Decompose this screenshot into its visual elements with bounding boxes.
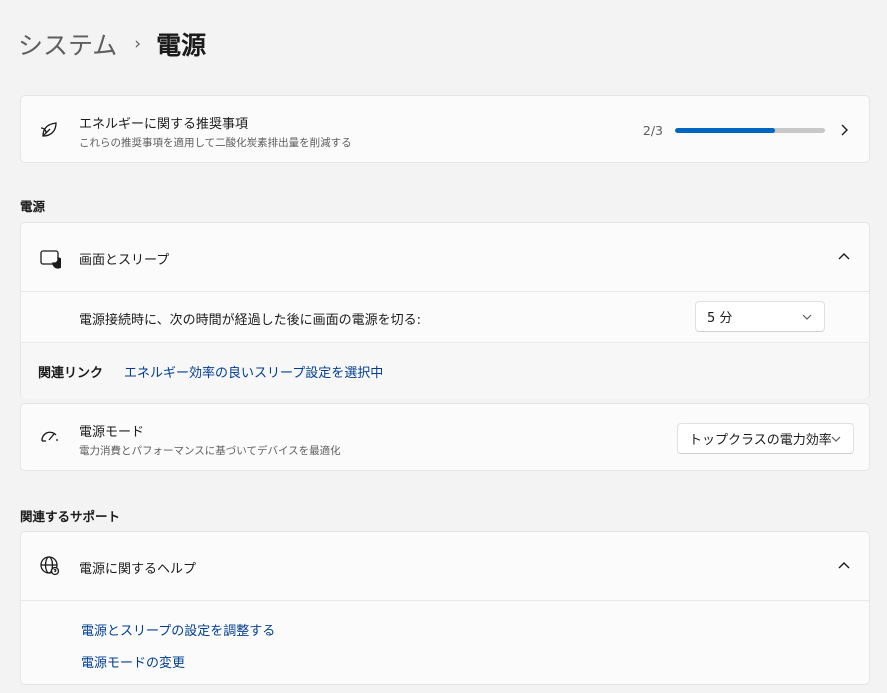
chevron-down-icon [802, 312, 812, 322]
progress-bar-fill [675, 128, 776, 133]
power-mode-card: 電源モード 電力消費とパフォーマンスに基づいてデバイスを最適化 トップクラスの電… [20, 403, 870, 471]
progress-count: 2/3 [642, 123, 663, 138]
breadcrumb-system[interactable]: システム [18, 26, 117, 62]
screen-sleep-title: 画面とスリープ [79, 253, 170, 268]
section-power-label: 電源 [20, 199, 46, 214]
recommendation-subtitle: これらの推奨事項を適用して二酸化炭素排出量を削減する [79, 137, 352, 149]
power-help-text: 電源に関するヘルプ [79, 558, 196, 577]
chevron-up-icon[interactable] [837, 559, 851, 573]
screen-sleep-icon [39, 247, 61, 269]
screen-sleep-text: 画面とスリープ [79, 249, 169, 268]
screen-off-text: 電源接続時に、次の時間が経過した後に画面の電源を切る: [79, 309, 421, 328]
recommendation-progress: 2/3 [643, 123, 825, 138]
power-mode-value: トップクラスの電力効率 [689, 433, 832, 448]
screen-off-timeout-dropdown[interactable]: 5 分 [695, 301, 825, 332]
power-help-title: 電源に関するヘルプ [79, 562, 197, 577]
page-title: 電源 [156, 31, 207, 60]
screen-sleep-card: 画面とスリープ 電源接続時に、次の時間が経過した後に画面の電源を切る: 5 分 … [20, 222, 870, 399]
energy-recommendations-card[interactable]: エネルギーに関する推奨事項 これらの推奨事項を適用して二酸化炭素排出量を削減する… [20, 95, 870, 163]
power-mode-text: 電源モード 電力消費とパフォーマンスに基づいてデバイスを最適化 [79, 421, 341, 458]
screen-sleep-header[interactable]: 画面とスリープ [21, 223, 869, 291]
chevron-down-icon [831, 434, 841, 444]
progress-bar [675, 128, 825, 133]
recommendation-title: エネルギーに関する推奨事項 [79, 117, 249, 132]
breadcrumb-separator: › [134, 34, 142, 54]
chevron-up-icon[interactable] [837, 250, 851, 264]
power-help-card: 電源に関するヘルプ 電源とスリープの設定を調整する 電源モードの変更 [20, 531, 870, 685]
divider [21, 600, 869, 601]
screen-off-setting-row: 電源接続時に、次の時間が経過した後に画面の電源を切る: 5 分 [21, 292, 869, 342]
recommendation-text: エネルギーに関する推奨事項 これらの推奨事項を適用して二酸化炭素排出量を削減する [79, 113, 352, 150]
power-mode-subtitle: 電力消費とパフォーマンスに基づいてデバイスを最適化 [79, 445, 341, 457]
globe-icon [39, 555, 61, 577]
leaf-icon [39, 119, 61, 141]
help-link-adjust-power-sleep[interactable]: 電源とスリープの設定を調整する [81, 620, 275, 639]
power-mode-title: 電源モード [79, 425, 145, 440]
breadcrumb: システム › 電源 [18, 26, 206, 62]
gauge-icon [39, 427, 61, 449]
help-links: 電源とスリープの設定を調整する 電源モードの変更 [81, 620, 275, 671]
related-links-label: 関連リンク [38, 365, 104, 381]
power-help-header[interactable]: 電源に関するヘルプ [21, 532, 869, 600]
power-mode-dropdown[interactable]: トップクラスの電力効率 [677, 423, 854, 454]
related-links-row: 関連リンク エネルギー効率の良いスリープ設定を選択中 [21, 342, 869, 399]
settings-page: システム › 電源 エネルギーに関する推奨事項 これらの推奨事項を適用して二酸化… [0, 0, 887, 693]
screen-off-label: 電源接続時に、次の時間が経過した後に画面の電源を切る: [79, 313, 421, 328]
screen-off-timeout-value: 5 分 [707, 311, 733, 326]
efficient-sleep-link[interactable]: エネルギー効率の良いスリープ設定を選択中 [124, 362, 383, 381]
section-support-label: 関連するサポート [20, 509, 121, 524]
chevron-right-icon [837, 123, 851, 137]
help-link-change-power-mode[interactable]: 電源モードの変更 [81, 652, 275, 671]
